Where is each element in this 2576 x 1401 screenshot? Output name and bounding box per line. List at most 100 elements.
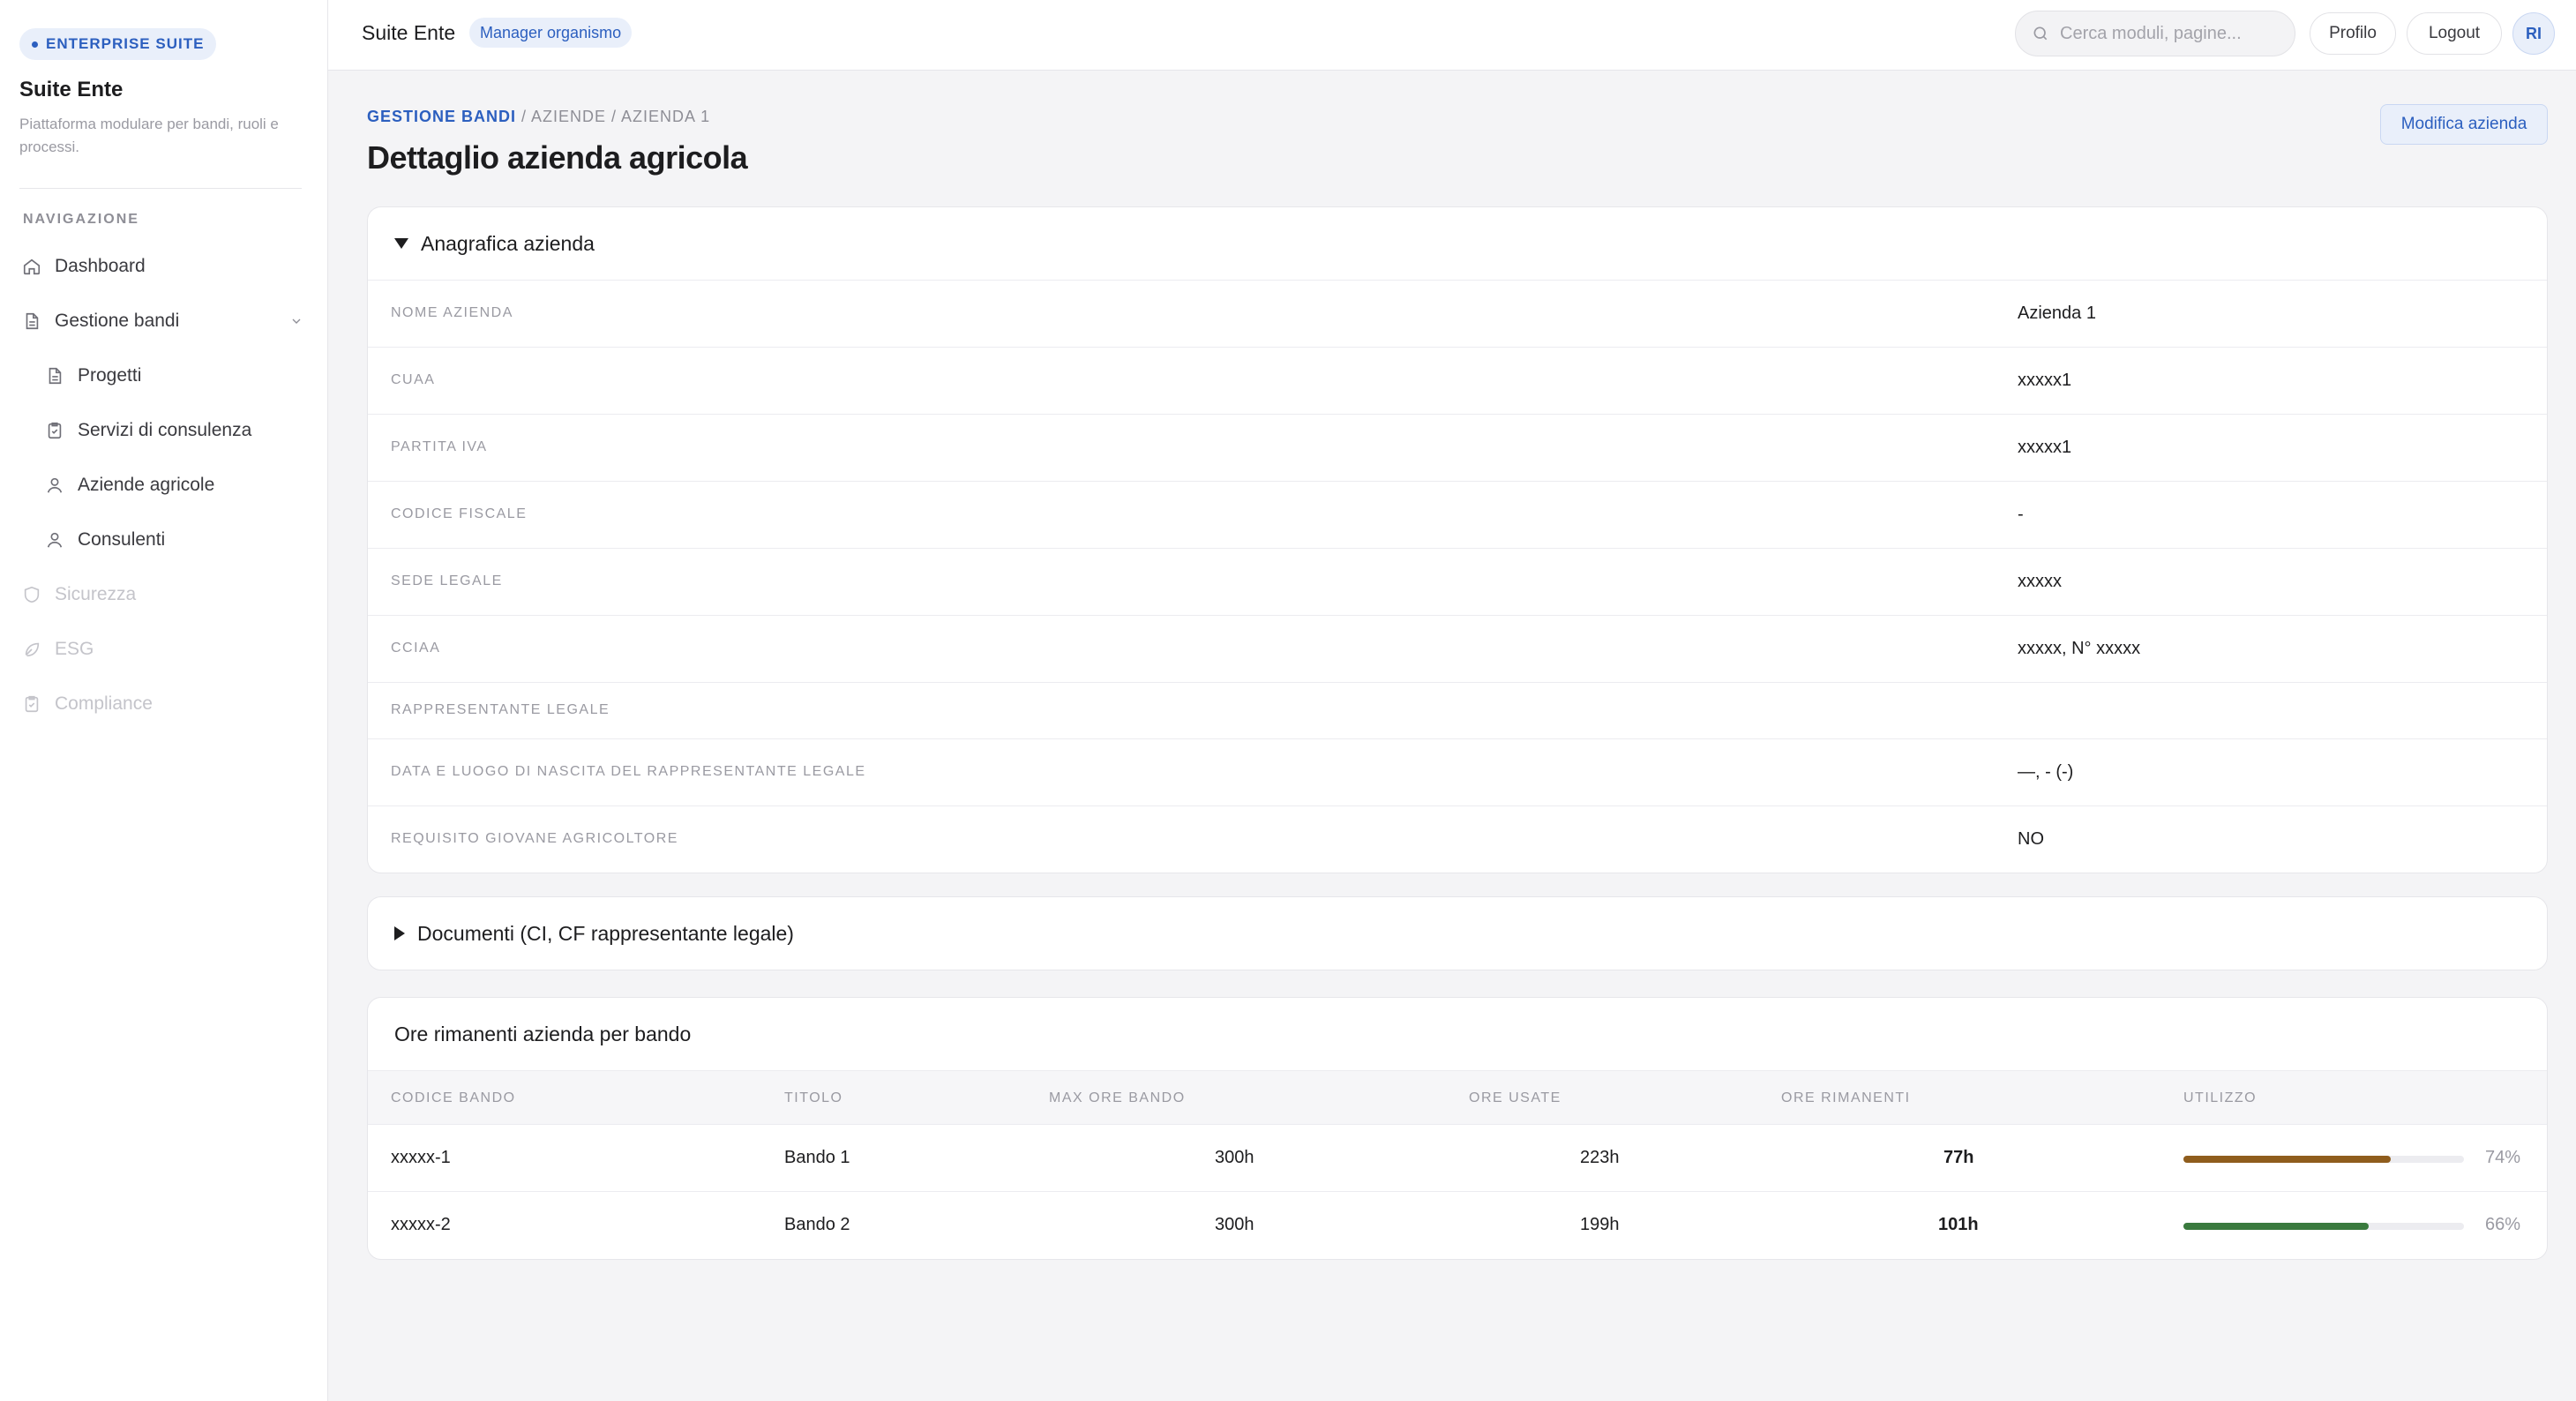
- sidebar-item-label: Aziende agricole: [78, 475, 215, 495]
- sidebar-item-label: Compliance: [55, 693, 153, 714]
- field-label: CODICE FISCALE: [391, 506, 528, 521]
- leaf-icon: [21, 639, 42, 660]
- field-row: CUAA xxxxx1: [368, 347, 2547, 414]
- cell-used: 223h: [1580, 1148, 1620, 1167]
- sidebar-item-compliance: Compliance: [21, 686, 303, 722]
- anagrafica-card: Anagrafica azienda NOME AZIENDA Azienda …: [367, 206, 2548, 873]
- sidebar-item-consulenti[interactable]: Consulenti: [44, 522, 300, 558]
- usage-bar-fill: [2183, 1223, 2369, 1230]
- field-value: xxxxx: [2018, 572, 2062, 591]
- field-label: CUAA: [391, 372, 436, 387]
- ore-title: Ore rimanenti azienda per bando: [394, 1022, 692, 1045]
- field-label: PARTITA IVA: [391, 439, 488, 454]
- table-row: xxxxx-1 Bando 1 300h 223h 77h 74%: [368, 1125, 2547, 1192]
- field-value: NO: [2018, 829, 2044, 849]
- field-label: SEDE LEGALE: [391, 573, 503, 588]
- cell-title: Bando 1: [784, 1148, 850, 1167]
- sidebar-divider: [19, 188, 302, 189]
- search-box[interactable]: [2015, 11, 2295, 56]
- column-header: ORE RIMANENTI: [1781, 1090, 1911, 1105]
- documenti-card: Documenti (CI, CF rappresentante legale): [367, 896, 2548, 970]
- brand-title: Suite Ente: [19, 78, 124, 101]
- sidebar-item-label: Sicurezza: [55, 584, 137, 604]
- cell-remaining: 77h: [1943, 1148, 1974, 1167]
- sidebar-item-gestione-bandi[interactable]: Gestione bandi: [21, 303, 303, 339]
- field-label: REQUISITO GIOVANE AGRICOLTORE: [391, 831, 678, 846]
- cell-used: 199h: [1580, 1215, 1620, 1234]
- anagrafica-title: Anagrafica azienda: [421, 231, 595, 255]
- shield-icon: [21, 584, 42, 605]
- field-row: NOME AZIENDA Azienda 1: [368, 280, 2547, 347]
- documenti-title: Documenti (CI, CF rappresentante legale): [417, 921, 794, 945]
- page-title: Dettaglio azienda agricola: [367, 139, 748, 176]
- cell-remaining: 101h: [1938, 1215, 1979, 1234]
- sidebar-item-esg: ESG: [21, 632, 303, 667]
- field-value: xxxxx1: [2018, 371, 2072, 390]
- field-value: xxxxx1: [2018, 438, 2072, 457]
- user-icon: [44, 475, 65, 496]
- column-header: UTILIZZO: [2183, 1090, 2258, 1105]
- logout-button[interactable]: Logout: [2407, 12, 2502, 55]
- sidebar-item-servizi-consulenza[interactable]: Servizi di consulenza: [44, 413, 300, 448]
- sidebar-item-progetti[interactable]: Progetti: [44, 358, 300, 393]
- table-header: CODICE BANDO TITOLO MAX ORE BANDO ORE US…: [368, 1070, 2547, 1125]
- field-label: RAPPRESENTANTE LEGALE: [391, 702, 610, 717]
- cell-code: xxxxx-2: [391, 1215, 451, 1234]
- column-header: TITOLO: [784, 1090, 843, 1105]
- ore-rimanenti-card: Ore rimanenti azienda per bando CODICE B…: [367, 997, 2548, 1260]
- column-header: MAX ORE BANDO: [1049, 1090, 1186, 1105]
- sidebar-item-label: Consulenti: [78, 529, 166, 550]
- chevron-down-icon[interactable]: [289, 314, 303, 328]
- field-value: -: [2018, 505, 2024, 524]
- profile-button[interactable]: Profilo: [2310, 12, 2396, 55]
- field-row: REQUISITO GIOVANE AGRICOLTORE NO: [368, 805, 2547, 873]
- usage-percent: 66%: [2485, 1215, 2521, 1234]
- documenti-toggle[interactable]: Documenti (CI, CF rappresentante legale): [368, 897, 2547, 970]
- user-icon: [44, 529, 65, 551]
- breadcrumb-rest: / AZIENDE / AZIENDA 1: [516, 108, 711, 125]
- ore-card-header: Ore rimanenti azienda per bando: [368, 998, 2547, 1070]
- cell-max: 300h: [1215, 1215, 1254, 1234]
- search-input[interactable]: [2060, 23, 2280, 44]
- field-label: DATA E LUOGO DI NASCITA DEL RAPPRESENTAN…: [391, 764, 866, 779]
- usage-bar-fill: [2183, 1156, 2392, 1163]
- field-row: RAPPRESENTANTE LEGALE: [368, 682, 2547, 738]
- badge-dot-icon: [32, 41, 38, 48]
- cell-code: xxxxx-1: [391, 1148, 451, 1167]
- edit-company-button[interactable]: Modifica azienda: [2380, 104, 2548, 145]
- breadcrumb: GESTIONE BANDI / AZIENDE / AZIENDA 1: [367, 108, 710, 126]
- field-value: Azienda 1: [2018, 303, 2096, 323]
- document-icon: [21, 311, 42, 332]
- field-row: CODICE FISCALE -: [368, 481, 2547, 548]
- usage-bar: [2183, 1156, 2464, 1163]
- cell-max: 300h: [1215, 1148, 1254, 1167]
- table-row: xxxxx-2 Bando 2 300h 199h 101h 66%: [368, 1192, 2547, 1259]
- nav-heading: NAVIGAZIONE: [23, 212, 139, 227]
- usage-bar: [2183, 1223, 2464, 1230]
- sidebar-item-label: Progetti: [78, 365, 142, 386]
- role-badge: Manager organismo: [469, 18, 633, 48]
- field-row: SEDE LEGALE xxxxx: [368, 548, 2547, 615]
- field-label: CCIAA: [391, 641, 441, 656]
- search-icon: [2033, 26, 2048, 41]
- enterprise-suite-badge: ENTERPRISE SUITE: [19, 28, 217, 60]
- column-header: CODICE BANDO: [391, 1090, 516, 1105]
- sidebar-item-aziende-agricole[interactable]: Aziende agricole: [44, 468, 300, 503]
- sidebar-item-sicurezza: Sicurezza: [21, 577, 303, 612]
- avatar[interactable]: RI: [2512, 12, 2555, 55]
- breadcrumb-root-link[interactable]: GESTIONE BANDI: [367, 108, 516, 125]
- field-value: —, - (-): [2018, 762, 2074, 782]
- anagrafica-toggle[interactable]: Anagrafica azienda: [368, 207, 2547, 280]
- sidebar-item-dashboard[interactable]: Dashboard: [21, 249, 303, 284]
- caret-down-icon: [394, 238, 408, 249]
- clipboard-icon: [44, 420, 65, 441]
- field-row: DATA E LUOGO DI NASCITA DEL RAPPRESENTAN…: [368, 738, 2547, 805]
- field-row: CCIAA xxxxx, N° xxxxx: [368, 615, 2547, 682]
- app-title: Suite Ente: [362, 21, 456, 44]
- badge-label: ENTERPRISE SUITE: [46, 35, 205, 52]
- document-icon: [44, 365, 65, 386]
- field-value: xxxxx, N° xxxxx: [2018, 639, 2141, 658]
- caret-right-icon: [394, 926, 405, 940]
- sidebar-item-label: Servizi di consulenza: [78, 420, 252, 440]
- brand-description: Piattaforma modulare per bandi, ruoli e …: [19, 116, 279, 155]
